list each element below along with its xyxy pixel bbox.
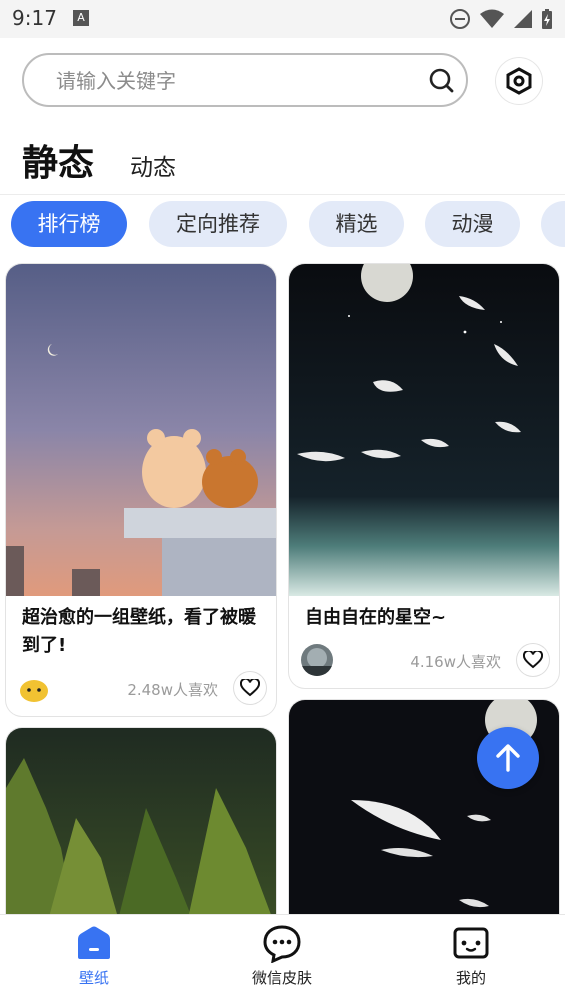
- do-not-disturb-icon: [450, 9, 470, 29]
- scroll-to-top-button[interactable]: [477, 727, 539, 789]
- wallpaper-feed: 超治愈的一组壁纸，看了被暖到了! 2.48w人喜欢 自由自在的星空~ 4.16w…: [0, 262, 565, 914]
- wallpaper-image-forest: [6, 728, 276, 914]
- wallpaper-card[interactable]: 自由自在的星空~ 4.16w人喜欢: [289, 264, 559, 688]
- chat-bubble-icon: [263, 925, 301, 963]
- chip-anime[interactable]: 动漫: [425, 201, 520, 247]
- status-time: 9:17: [12, 6, 57, 30]
- nav-item-wallpaper[interactable]: 壁纸: [34, 923, 154, 988]
- wallpaper-card[interactable]: [6, 728, 276, 914]
- chip-more[interactable]: [541, 201, 565, 247]
- status-bar: 9:17 A: [0, 0, 565, 38]
- arrow-up-icon: [496, 744, 520, 772]
- card-title: 超治愈的一组壁纸，看了被暖到了!: [22, 607, 256, 656]
- card-title: 自由自在的星空~: [305, 607, 447, 628]
- like-button[interactable]: [234, 672, 266, 704]
- nav-item-profile[interactable]: 我的: [411, 923, 531, 988]
- nav-item-wechat-skin[interactable]: 微信皮肤: [222, 923, 342, 988]
- card-meta: 2.48w人喜欢: [18, 672, 266, 706]
- chip-featured[interactable]: 精选: [309, 201, 404, 247]
- tab-static[interactable]: 静态: [22, 134, 94, 186]
- heart-icon: [240, 679, 260, 697]
- wallpaper-image-starry-sky: [289, 264, 559, 596]
- chip-recommend[interactable]: 定向推荐: [149, 201, 287, 247]
- like-count: 4.16w人喜欢: [410, 653, 501, 671]
- card-meta: 4.16w人喜欢: [301, 644, 549, 678]
- wallpaper-image-bears: [6, 264, 276, 596]
- search-icon[interactable]: [428, 67, 454, 93]
- wifi-icon: [480, 9, 504, 28]
- accessibility-badge-icon: A: [73, 10, 89, 26]
- category-chips: 排行榜 定向推荐 精选 动漫: [0, 198, 565, 252]
- hexagon-settings-icon: [506, 67, 532, 95]
- home-icon: [78, 926, 110, 959]
- like-count: 2.48w人喜欢: [127, 681, 218, 699]
- avatar[interactable]: [301, 644, 333, 676]
- cell-signal-icon: [514, 10, 532, 28]
- chip-ranking[interactable]: 排行榜: [11, 201, 127, 247]
- like-button[interactable]: [517, 644, 549, 676]
- nav-label: 壁纸: [78, 969, 109, 987]
- settings-button[interactable]: [496, 58, 542, 104]
- nav-label: 我的: [455, 969, 486, 987]
- battery-icon: [542, 9, 552, 29]
- main-tabs: 静态 动态: [0, 126, 565, 195]
- search-box[interactable]: [22, 53, 468, 107]
- nav-label: 微信皮肤: [251, 969, 312, 987]
- avatar[interactable]: [18, 672, 50, 704]
- tab-dynamic[interactable]: 动态: [130, 148, 176, 182]
- search-input[interactable]: [54, 55, 418, 107]
- bottom-nav: 壁纸 微信皮肤 我的: [0, 914, 565, 1005]
- profile-box-icon: [453, 927, 489, 959]
- heart-icon: [523, 651, 543, 669]
- wallpaper-card[interactable]: 超治愈的一组壁纸，看了被暖到了! 2.48w人喜欢: [6, 264, 276, 716]
- search-row: [0, 38, 565, 126]
